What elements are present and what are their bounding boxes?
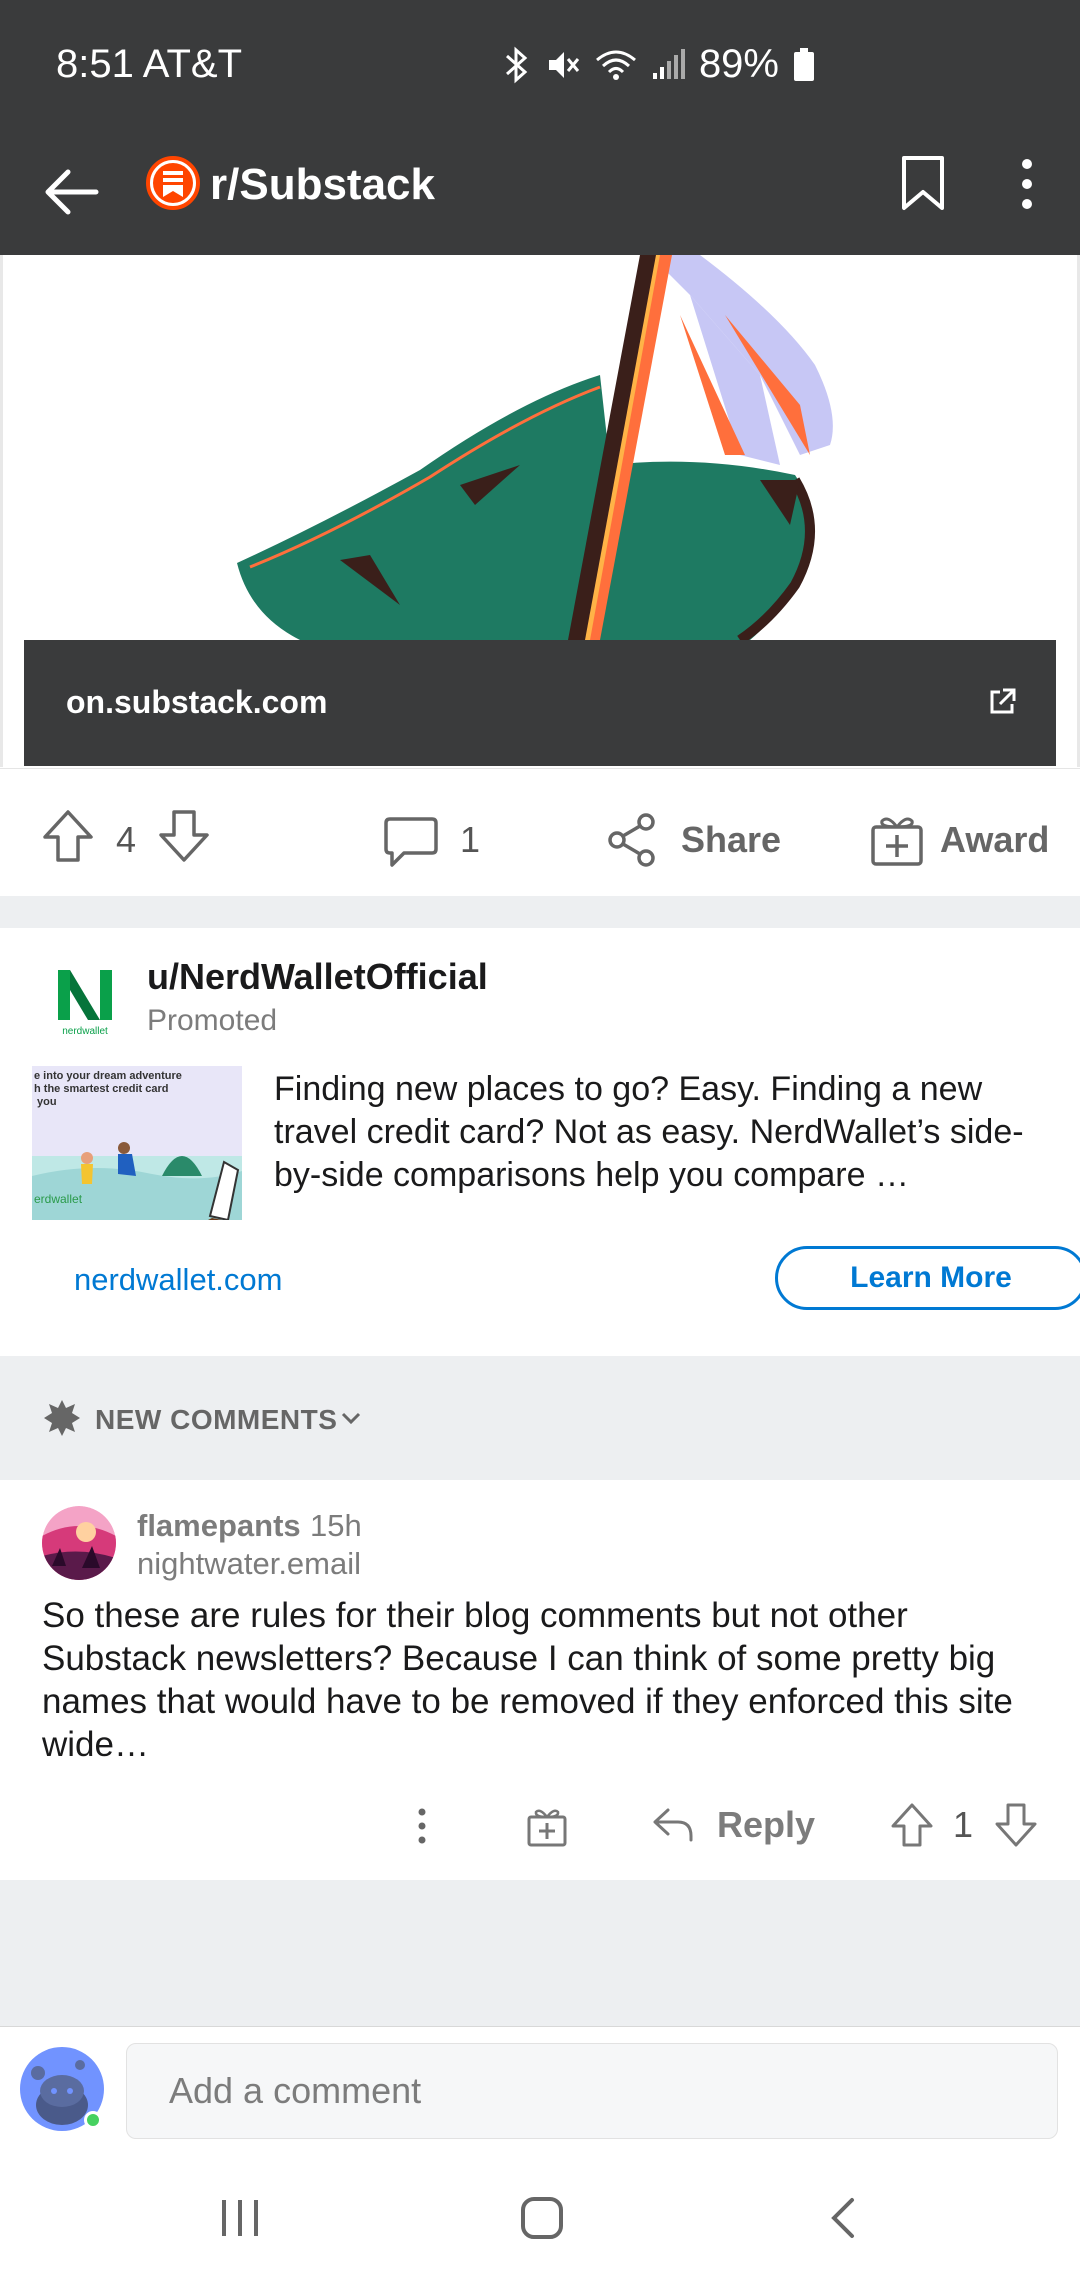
link-domain-bar[interactable]: on.substack.com xyxy=(24,640,1056,766)
home-icon[interactable] xyxy=(520,2196,564,2240)
chevron-down-icon[interactable] xyxy=(340,1410,362,1426)
empty-space xyxy=(0,1880,1080,2026)
battery-percent: 89% xyxy=(698,42,779,86)
comment-upvote-icon[interactable] xyxy=(890,1802,934,1848)
downvote-icon[interactable] xyxy=(158,809,210,863)
promoted-tag: Promoted xyxy=(147,1004,278,1037)
comment-time: 15h xyxy=(310,1508,362,1543)
post-action-bar: 4 1 Share Award xyxy=(0,768,1080,897)
share-label[interactable]: Share xyxy=(681,819,781,861)
comment-count[interactable]: 1 xyxy=(460,819,480,861)
promoted-thumbnail[interactable]: e into your dream adventure h the smarte… xyxy=(32,1066,242,1220)
promoted-link[interactable]: nerdwallet.com xyxy=(74,1262,282,1298)
nerdwallet-logo-text: nerdwallet xyxy=(62,1026,108,1037)
battery-icon xyxy=(793,47,815,82)
award-icon[interactable] xyxy=(870,813,924,867)
comment-composer: Add a comment xyxy=(0,2026,1080,2157)
upvote-icon[interactable] xyxy=(42,809,94,863)
back-nav-icon[interactable] xyxy=(828,2196,858,2240)
post-score: 4 xyxy=(116,819,137,860)
mute-icon xyxy=(545,47,581,83)
promoted-post[interactable]: nerdwallet u/NerdWalletOfficial Promoted… xyxy=(0,928,1080,1356)
user-avatar[interactable] xyxy=(20,2047,104,2131)
commenter-username[interactable]: flamepants xyxy=(137,1508,301,1544)
status-bar: 8:51 AT&T 89% xyxy=(0,0,1080,130)
comment-sort-bar[interactable]: NEW COMMENTS xyxy=(0,1356,1080,1480)
promoted-thumbnail-text: e into your dream adventure h the smarte… xyxy=(34,1070,182,1108)
status-icons: 89% xyxy=(503,42,815,87)
reply-icon[interactable] xyxy=(652,1806,694,1844)
bluetooth-icon xyxy=(503,46,531,84)
system-nav-bar xyxy=(0,2156,1080,2280)
wifi-icon xyxy=(595,48,637,82)
comment-downvote-icon[interactable] xyxy=(994,1802,1038,1848)
more-options-icon[interactable] xyxy=(1012,154,1042,214)
back-arrow-icon[interactable] xyxy=(40,160,104,224)
signal-icon xyxy=(651,48,685,81)
sort-label[interactable]: NEW COMMENTS xyxy=(95,1404,337,1436)
learn-more-button[interactable]: Learn More xyxy=(775,1246,1080,1310)
commenter-flair: nightwater.email xyxy=(137,1546,362,1581)
post-image[interactable]: on.substack.com xyxy=(0,255,1080,767)
promoted-thumbnail-brand: erdwallet xyxy=(34,1192,83,1206)
reply-button[interactable]: Reply xyxy=(717,1804,815,1846)
comment-award-icon[interactable] xyxy=(526,1806,568,1848)
nerdwallet-logo[interactable]: nerdwallet xyxy=(50,962,120,1038)
comment-more-icon[interactable] xyxy=(416,1806,428,1846)
bookmark-icon[interactable] xyxy=(898,154,948,214)
online-status-dot xyxy=(84,2111,102,2129)
comment-icon[interactable] xyxy=(384,815,438,867)
subreddit-icon[interactable] xyxy=(145,155,201,211)
app-bar: r/Substack xyxy=(0,130,1080,255)
add-comment-input[interactable]: Add a comment xyxy=(126,2043,1058,2139)
sort-new-icon xyxy=(42,1398,82,1438)
share-icon[interactable] xyxy=(606,813,658,867)
promoted-body[interactable]: Finding new places to go? Easy. Finding … xyxy=(274,1068,1054,1197)
commenter-avatar[interactable] xyxy=(42,1506,116,1580)
recent-apps-icon[interactable] xyxy=(218,2198,262,2238)
status-time-carrier: 8:51 AT&T xyxy=(56,42,243,86)
promoted-username[interactable]: u/NerdWalletOfficial xyxy=(147,956,488,998)
link-domain-text[interactable]: on.substack.com xyxy=(66,684,327,721)
comment: flamepants 15h nightwater.email So these… xyxy=(0,1480,1080,1880)
external-link-icon[interactable] xyxy=(986,686,1018,718)
comment-body: So these are rules for their blog commen… xyxy=(42,1596,1013,1764)
subreddit-title[interactable]: r/Substack xyxy=(210,160,435,210)
section-divider xyxy=(0,896,1080,928)
comment-score: 1 xyxy=(953,1804,974,1845)
award-label[interactable]: Award xyxy=(940,819,1049,861)
